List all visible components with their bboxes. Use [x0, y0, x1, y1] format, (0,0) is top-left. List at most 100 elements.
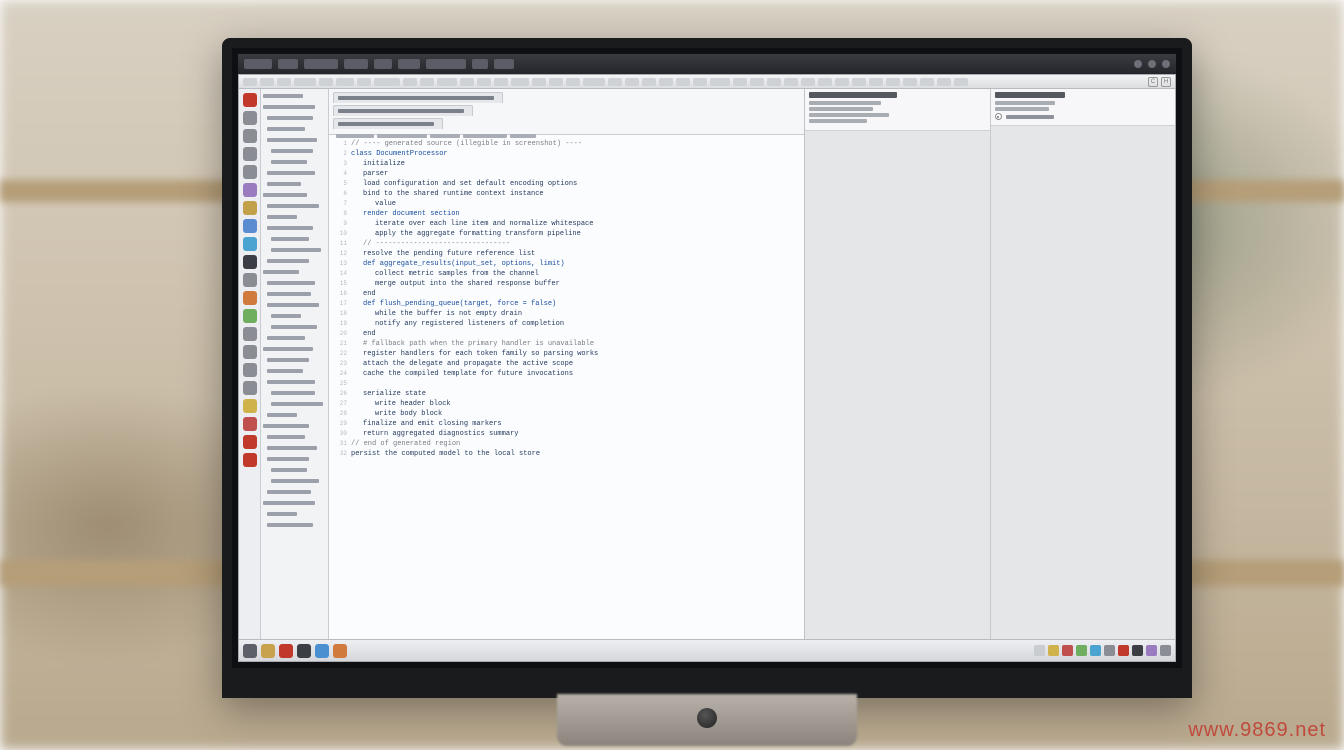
- code-line[interactable]: 3initialize: [333, 159, 798, 169]
- outline-item[interactable]: [263, 279, 326, 287]
- outline-item[interactable]: [263, 114, 326, 122]
- browser-icon[interactable]: [279, 644, 293, 658]
- debug-icon[interactable]: [243, 273, 257, 287]
- outline-item[interactable]: [263, 235, 326, 243]
- terminal2-icon[interactable]: [297, 644, 311, 658]
- tray-4[interactable]: [1076, 645, 1087, 656]
- tray-1[interactable]: [1034, 645, 1045, 656]
- outline-item[interactable]: [263, 180, 326, 188]
- ext-icon[interactable]: [243, 345, 257, 359]
- tray-10[interactable]: [1160, 645, 1171, 656]
- outline-item[interactable]: [263, 499, 326, 507]
- code-line[interactable]: 13def aggregate_results(input_set, optio…: [333, 259, 798, 269]
- code-line[interactable]: 20end: [333, 329, 798, 339]
- toolbar-button[interactable]: [357, 78, 371, 86]
- outline-item[interactable]: [263, 356, 326, 364]
- code-line[interactable]: 21# fallback path when the primary handl…: [333, 339, 798, 349]
- editor-tabstrip[interactable]: [329, 89, 804, 135]
- start-icon[interactable]: [243, 644, 257, 658]
- stop-icon[interactable]: [243, 435, 257, 449]
- os-toolbar-item[interactable]: [278, 59, 298, 69]
- editor-tab[interactable]: [333, 118, 443, 129]
- outline-item[interactable]: [263, 213, 326, 221]
- toolbar-button[interactable]: [903, 78, 917, 86]
- tray-3[interactable]: [1062, 645, 1073, 656]
- toolbar-button[interactable]: [801, 78, 815, 86]
- tray-7[interactable]: [1118, 645, 1129, 656]
- code-line[interactable]: 9iterate over each line item and normali…: [333, 219, 798, 229]
- outline-panel[interactable]: [261, 89, 329, 639]
- toolbar-button[interactable]: [886, 78, 900, 86]
- app-icon[interactable]: [243, 93, 257, 107]
- code-line[interactable]: 27write header block: [333, 399, 798, 409]
- toolbar-button[interactable]: [583, 78, 605, 86]
- bookmark-icon[interactable]: [243, 183, 257, 197]
- code-line[interactable]: 12resolve the pending future reference l…: [333, 249, 798, 259]
- os-toolbar-item[interactable]: [344, 59, 368, 69]
- terminal-icon[interactable]: [243, 255, 257, 269]
- outline-item[interactable]: [263, 422, 326, 430]
- panel-row[interactable]: [809, 113, 889, 117]
- code-line[interactable]: 10apply the aggregate formatting transfo…: [333, 229, 798, 239]
- code-line[interactable]: 24cache the compiled template for future…: [333, 369, 798, 379]
- outline-item[interactable]: [263, 455, 326, 463]
- code-line[interactable]: 31// end of generated region: [333, 439, 798, 449]
- toolbar-button[interactable]: [625, 78, 639, 86]
- file-icon[interactable]: [243, 111, 257, 125]
- outline-item[interactable]: [263, 312, 326, 320]
- toolbar-button[interactable]: [319, 78, 333, 86]
- toolbar-button[interactable]: [693, 78, 707, 86]
- outline-item[interactable]: [263, 411, 326, 419]
- nav-icon[interactable]: [243, 165, 257, 179]
- properties-panel[interactable]: [805, 89, 991, 639]
- tool-icon[interactable]: [243, 327, 257, 341]
- run-icon[interactable]: [243, 237, 257, 251]
- ide-toolbar[interactable]: C H: [239, 75, 1175, 89]
- info-icon[interactable]: [243, 381, 257, 395]
- code-line[interactable]: 30return aggregated diagnostics summary: [333, 429, 798, 439]
- code-line[interactable]: 2class DocumentProcessor: [333, 149, 798, 159]
- toolbar-button[interactable]: [852, 78, 866, 86]
- toolbar-button[interactable]: [920, 78, 934, 86]
- outline-item[interactable]: [263, 378, 326, 386]
- toolbar-button[interactable]: [420, 78, 434, 86]
- outline-item[interactable]: [263, 433, 326, 441]
- outline-item[interactable]: [263, 345, 326, 353]
- outline-item[interactable]: [263, 92, 326, 100]
- code-editor[interactable]: 1// ---- generated source (illegible in …: [329, 89, 805, 639]
- code-line[interactable]: 15merge output into the shared response …: [333, 279, 798, 289]
- outline-panel-2[interactable]: [991, 89, 1176, 639]
- panel-row[interactable]: [995, 107, 1049, 111]
- outline-item[interactable]: [263, 367, 326, 375]
- toolbar-button[interactable]: [532, 78, 546, 86]
- error-icon[interactable]: [243, 417, 257, 431]
- os-toolbar-item[interactable]: [304, 59, 338, 69]
- outline-item[interactable]: [263, 257, 326, 265]
- warn-icon[interactable]: [243, 399, 257, 413]
- toolbar-button[interactable]: [954, 78, 968, 86]
- toolbar-button[interactable]: [477, 78, 491, 86]
- code-line[interactable]: 22register handlers for each token famil…: [333, 349, 798, 359]
- code-line[interactable]: 18while the buffer is not empty drain: [333, 309, 798, 319]
- outline-item[interactable]: [263, 301, 326, 309]
- git-icon[interactable]: [243, 291, 257, 305]
- folder-icon[interactable]: [243, 201, 257, 215]
- settings-icon[interactable]: [243, 363, 257, 377]
- code-line[interactable]: 1// ---- generated source (illegible in …: [333, 139, 798, 149]
- os-toolbar-item[interactable]: [494, 59, 514, 69]
- toolbar-button[interactable]: [260, 78, 274, 86]
- toolbar-button[interactable]: [549, 78, 563, 86]
- chat-icon[interactable]: [243, 309, 257, 323]
- toolbar-button[interactable]: [733, 78, 747, 86]
- toolbar-button[interactable]: [243, 78, 257, 86]
- toolbar-button[interactable]: [494, 78, 508, 86]
- search-icon[interactable]: [243, 147, 257, 161]
- os-toolbar-item[interactable]: [374, 59, 392, 69]
- window-min-icon[interactable]: [1134, 60, 1142, 68]
- code-line[interactable]: 26serialize state: [333, 389, 798, 399]
- outline-item[interactable]: [263, 334, 326, 342]
- panel-row[interactable]: [995, 101, 1055, 105]
- outline-item[interactable]: [263, 191, 326, 199]
- record-icon[interactable]: [243, 453, 257, 467]
- outline-item[interactable]: [263, 323, 326, 331]
